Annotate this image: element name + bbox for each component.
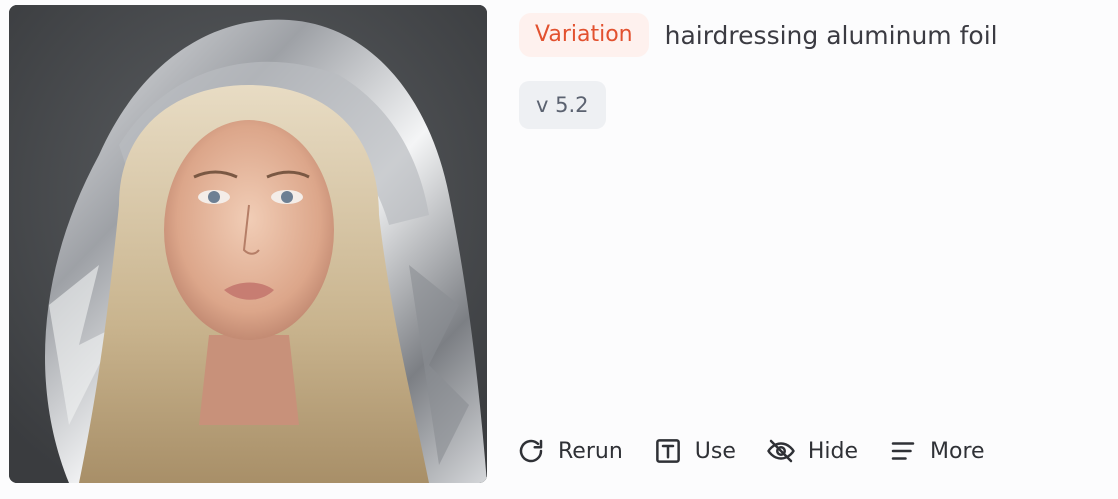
header-row: Variation hairdressing aluminum foil	[519, 13, 998, 57]
variation-badge: Variation	[519, 13, 649, 57]
menu-lines-icon	[888, 436, 918, 466]
version-badge: v 5.2	[519, 81, 606, 129]
rerun-label: Rerun	[558, 438, 623, 464]
more-label: More	[930, 438, 985, 464]
rerun-button[interactable]: Rerun	[516, 429, 623, 473]
rerun-icon	[516, 436, 546, 466]
eye-off-icon	[766, 436, 796, 466]
text-box-icon	[653, 436, 683, 466]
generated-image[interactable]	[9, 5, 487, 483]
hide-button[interactable]: Hide	[766, 429, 858, 473]
more-button[interactable]: More	[888, 429, 985, 473]
portrait-image-icon	[9, 5, 487, 483]
action-bar: Rerun Use Hide More	[516, 429, 985, 473]
hide-label: Hide	[807, 438, 859, 464]
result-card: Variation hairdressing aluminum foil v 5…	[0, 0, 1118, 499]
use-label: Use	[694, 438, 736, 464]
prompt-text: hairdressing aluminum foil	[664, 20, 998, 50]
use-button[interactable]: Use	[653, 429, 736, 473]
